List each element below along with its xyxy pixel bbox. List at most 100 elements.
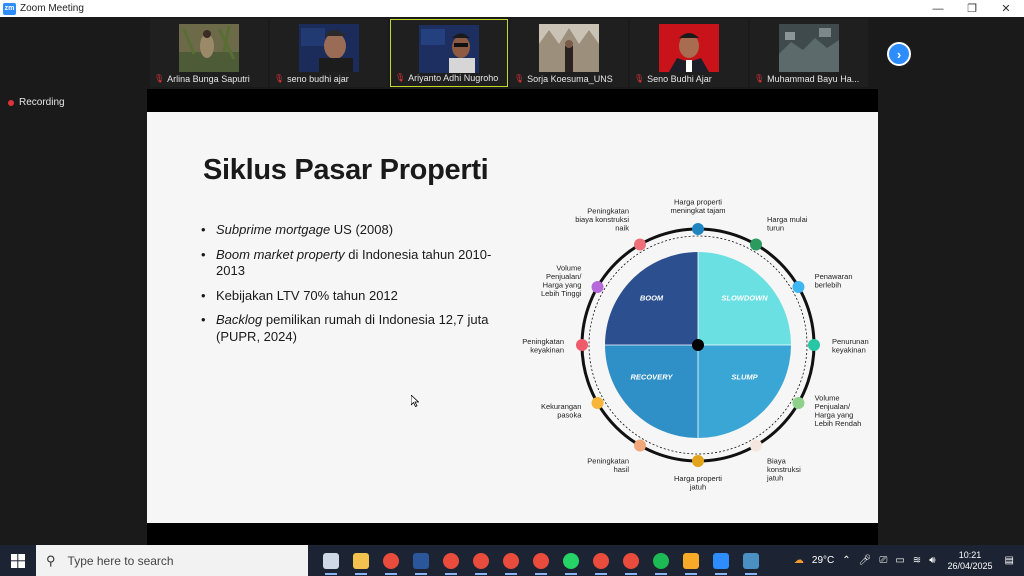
microphone-icon[interactable]: 🎤︎ [859, 555, 872, 566]
taskbar-app-chrome[interactable] [586, 545, 616, 576]
taskbar-app-notes[interactable] [676, 545, 706, 576]
phase-label: Peningkatan keyakinan [522, 337, 564, 355]
taskbar-app-zoom[interactable] [706, 545, 736, 576]
taskbar-app-chrome[interactable] [466, 545, 496, 576]
meet-icon[interactable]: ⎚ [879, 555, 887, 566]
participant-video [659, 24, 719, 72]
volume-icon[interactable]: 🔊︎ [929, 555, 935, 566]
phase-dot [591, 397, 604, 409]
mic-muted-icon: 🎙 [754, 74, 765, 83]
phase-label: Penawaran berlebih [815, 272, 853, 290]
taskbar-app-chrome[interactable] [376, 545, 406, 576]
chrome-icon [533, 552, 549, 569]
phase-dot [634, 439, 646, 452]
phase-label: Kekurangan pasoka [541, 402, 582, 420]
taskbar-app-chrome[interactable] [616, 545, 646, 576]
recording-indicator[interactable]: Recording [8, 97, 65, 108]
taskbar-apps [316, 545, 766, 576]
mic-muted-icon: 🎙 [154, 74, 165, 83]
battery-icon[interactable]: ▭ [895, 555, 904, 566]
wifi-icon[interactable]: ≋ [913, 555, 921, 566]
participant-video [539, 24, 599, 72]
windows-taskbar: ⚲ Type here to search ☁ 29°C ⌃ 🎤︎ ⎚ ▭ ≋ … [0, 545, 1024, 576]
notes-icon [683, 552, 699, 569]
participant-tile-active-speaker[interactable]: 🎙 Ariyanto Adhi Nugroho [390, 19, 508, 87]
notification-icon[interactable]: ▤ [1005, 555, 1014, 566]
system-tray: ☁ 29°C ⌃ 🎤︎ ⎚ ▭ ≋ 🔊︎ 10:21 26/04/2025 ▤ [790, 545, 1024, 576]
property-cycle-diagram: BOOM SLOWDOWN RECOVERY SLUMP Harga properti m… [522, 198, 869, 492]
participant-video [179, 24, 239, 72]
restore-button[interactable]: ❐ [955, 0, 989, 17]
phase-dot [576, 339, 588, 351]
chrome-icon [443, 552, 459, 569]
zoom-window: zm Zoom Meeting — ❐ ✕ 🎙 Arlina Bunga Sapu… [0, 0, 1024, 576]
start-button[interactable] [0, 545, 36, 576]
phase-dot [792, 281, 805, 293]
taskbar-app-word[interactable] [406, 545, 436, 576]
zoom-icon [713, 552, 729, 569]
mic-muted-icon: 🎙 [514, 74, 525, 83]
chrome-icon [593, 552, 609, 569]
participant-name: 🎙 seno budhi ajar [274, 73, 349, 84]
phase-label: Volume Penjualan/Harga yang Lebih Rendah [815, 393, 862, 428]
quadrant-slump [698, 345, 791, 438]
recording-dot-icon [8, 99, 14, 106]
participant-tile[interactable]: 🎙 Arlina Bunga Saputri [150, 19, 268, 87]
mic-muted-icon: 🎙 [634, 74, 645, 83]
quadrant-label: SLUMP [731, 373, 758, 382]
phase-label: Penurunan keyakinan [832, 337, 869, 355]
participant-strip: 🎙Arlina Bunga Saputri 🎙seno budhi ajar [147, 17, 878, 89]
weather-icon[interactable]: ☁ [794, 555, 804, 566]
shared-slide: Siklus Pasar Properti Subprime mortgage … [147, 112, 878, 523]
participant-tile[interactable]: 🎙 Seno Budhi Ajar [630, 19, 748, 87]
phase-dot [750, 439, 762, 452]
chrome-icon [473, 552, 489, 569]
taskbar-app-whatsapp[interactable] [556, 545, 586, 576]
chrome-icon [503, 552, 519, 569]
chevron-up-icon[interactable]: ⌃ [842, 555, 850, 566]
clock[interactable]: 10:21 26/04/2025 [948, 550, 993, 572]
participant-name: 🎙 Arlina Bunga Saputri [154, 73, 250, 84]
participant-tile[interactable]: 🎙 Muhammad Bayu Ha... [750, 19, 868, 87]
quadrant-label: SLOWDOWN [721, 294, 768, 303]
next-participants-button[interactable]: › [887, 42, 911, 66]
weather-temp[interactable]: 29°C [812, 555, 834, 566]
minimize-button[interactable]: — [921, 0, 955, 17]
mic-muted-icon: 🎙 [274, 74, 285, 83]
recording-label: Recording [19, 97, 65, 108]
taskbar-app-chrome[interactable] [496, 545, 526, 576]
phase-label: Harga properti jatuh [674, 474, 722, 492]
share-bottom-bar [147, 523, 878, 545]
mic-muted-icon: 🎙 [395, 73, 406, 82]
phase-label: Volume Penjualan/Harga yang Lebih Tinggi [541, 263, 582, 298]
taskbar-app-task-view[interactable] [316, 545, 346, 576]
zoom-logo-icon: zm [3, 2, 16, 15]
phase-dot [692, 455, 704, 467]
share-top-bar [147, 89, 878, 112]
participant-name: 🎙 Ariyanto Adhi Nugroho [395, 72, 499, 83]
phase-label: Peningkatan biaya konstruksi naik [575, 206, 629, 232]
taskbar-app-chrome[interactable] [526, 545, 556, 576]
mouse-cursor-icon [411, 395, 419, 407]
taskbar-app-file-explorer[interactable] [346, 545, 376, 576]
search-placeholder: Type here to search [67, 553, 174, 568]
quadrant-label: BOOM [640, 294, 664, 303]
taskbar-search[interactable]: ⚲ Type here to search [36, 545, 308, 576]
phase-dot [808, 339, 820, 351]
phase-dot [750, 238, 762, 251]
taskbar-app-photos[interactable] [736, 545, 766, 576]
participant-video [419, 25, 479, 73]
participant-name: 🎙 Seno Budhi Ajar [634, 73, 712, 84]
participant-tile[interactable]: 🎙 seno budhi ajar [270, 19, 388, 87]
participant-name: 🎙 Muhammad Bayu Ha... [754, 73, 860, 84]
taskbar-app-spotify[interactable] [646, 545, 676, 576]
phase-label: Harga mulai turun [767, 215, 808, 233]
title-bar: zm Zoom Meeting — ❐ ✕ [0, 0, 1024, 17]
center-dot [692, 339, 704, 351]
taskbar-app-chrome[interactable] [436, 545, 466, 576]
participant-tile[interactable]: 🎙 Sorja Koesuma_UNS [510, 19, 628, 87]
task-view-icon [323, 552, 339, 569]
file-explorer-icon [353, 552, 369, 569]
search-icon: ⚲ [46, 552, 56, 568]
close-button[interactable]: ✕ [989, 0, 1023, 17]
